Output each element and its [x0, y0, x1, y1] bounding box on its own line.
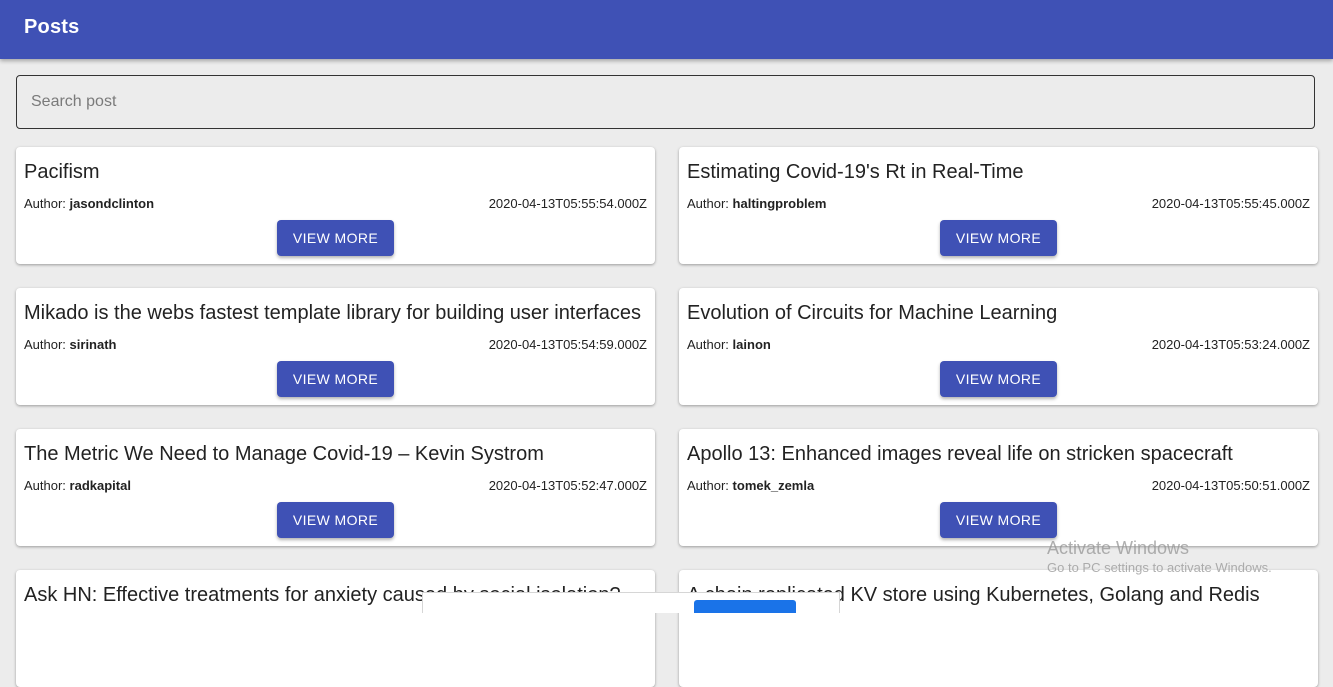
author-label: Author: — [687, 337, 729, 352]
post-date: 2020-04-13T05:54:59.000Z — [488, 337, 647, 352]
author-label: Author: — [687, 196, 729, 211]
post-date: 2020-04-13T05:55:54.000Z — [488, 196, 647, 211]
post-title: The Metric We Need to Manage Covid-19 – … — [24, 443, 544, 465]
author-name: jasondclinton — [69, 196, 155, 211]
post-date: 2020-04-13T05:55:45.000Z — [1151, 196, 1310, 211]
post-card: A chain replicated KV store using Kubern… — [679, 570, 1318, 687]
post-date: 2020-04-13T05:50:51.000Z — [1151, 478, 1310, 493]
cookie-accept-button[interactable] — [694, 600, 796, 613]
view-more-button[interactable]: VIEW MORE — [277, 502, 394, 538]
post-meta: Author: radkapital 2020-04-13T05:52:47.0… — [24, 478, 647, 494]
post-title: Mikado is the webs fastest template libr… — [24, 302, 641, 324]
view-more-button[interactable]: VIEW MORE — [277, 220, 394, 256]
post-card: Pacifism Author: jasondclinton 2020-04-1… — [16, 147, 655, 264]
post-meta: Author: tomek_zemla 2020-04-13T05:50:51.… — [687, 478, 1310, 494]
post-meta: Author: jasondclinton 2020-04-13T05:55:5… — [24, 196, 647, 212]
post-title: Estimating Covid-19's Rt in Real-Time — [687, 161, 1024, 183]
author-label: Author: — [24, 196, 66, 211]
author-name: tomek_zemla — [732, 478, 815, 493]
author-name: haltingproblem — [732, 196, 827, 211]
post-title: Pacifism — [24, 161, 100, 183]
view-more-button[interactable]: VIEW MORE — [940, 361, 1057, 397]
post-date: 2020-04-13T05:53:24.000Z — [1151, 337, 1310, 352]
author-name: radkapital — [69, 478, 131, 493]
post-card: Apollo 13: Enhanced images reveal life o… — [679, 429, 1318, 546]
view-more-button[interactable]: VIEW MORE — [277, 361, 394, 397]
author-name: lainon — [732, 337, 771, 352]
author-label: Author: — [24, 478, 66, 493]
app-bar: Posts — [0, 0, 1333, 59]
cookie-banner — [422, 592, 840, 613]
author-name: sirinath — [69, 337, 117, 352]
view-more-button[interactable]: VIEW MORE — [940, 502, 1057, 538]
post-date: 2020-04-13T05:52:47.000Z — [488, 478, 647, 493]
post-card: The Metric We Need to Manage Covid-19 – … — [16, 429, 655, 546]
post-meta: Author: haltingproblem 2020-04-13T05:55:… — [687, 196, 1310, 212]
post-meta: Author: lainon 2020-04-13T05:53:24.000Z — [687, 337, 1310, 353]
author-label: Author: — [24, 337, 66, 352]
post-meta: Author: sirinath 2020-04-13T05:54:59.000… — [24, 337, 647, 353]
search-input[interactable] — [16, 75, 1315, 129]
post-card: Estimating Covid-19's Rt in Real-Time Au… — [679, 147, 1318, 264]
post-title: Apollo 13: Enhanced images reveal life o… — [687, 443, 1233, 465]
author-label: Author: — [687, 478, 729, 493]
post-card: Evolution of Circuits for Machine Learni… — [679, 288, 1318, 405]
post-card: Ask HN: Effective treatments for anxiety… — [16, 570, 655, 687]
page-title: Posts — [24, 16, 80, 38]
view-more-button[interactable]: VIEW MORE — [940, 220, 1057, 256]
post-title: Evolution of Circuits for Machine Learni… — [687, 302, 1058, 324]
post-card: Mikado is the webs fastest template libr… — [16, 288, 655, 405]
